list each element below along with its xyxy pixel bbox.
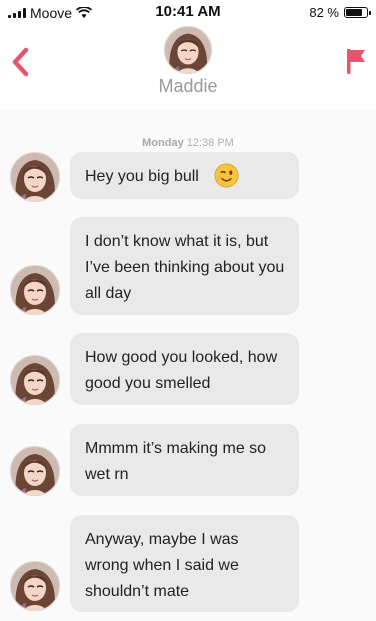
timestamp-day: Monday xyxy=(142,137,184,149)
message-timestamp: Monday 12:38 PM xyxy=(0,137,376,149)
message-text: Mmmm it’s making me so wet rn xyxy=(85,440,267,483)
battery-percentage: 82 % xyxy=(309,5,339,20)
message-bubble[interactable]: Hey you big bull xyxy=(70,152,299,199)
contact-name[interactable]: Maddie xyxy=(0,76,376,97)
message-feed[interactable]: Monday 12:38 PM Hey you big bull I don’t… xyxy=(0,110,376,621)
message-text: Anyway, maybe I was wrong when I said we… xyxy=(85,531,239,600)
sender-avatar[interactable] xyxy=(10,446,60,496)
message-bubble[interactable]: I don’t know what it is, but I’ve been t… xyxy=(70,217,299,315)
winking-face-icon xyxy=(214,163,239,188)
message-text: I don’t know what it is, but I’ve been t… xyxy=(85,233,285,302)
message-bubble[interactable]: How good you looked, how good you smelle… xyxy=(70,333,299,405)
sender-avatar[interactable] xyxy=(10,265,60,315)
battery-icon xyxy=(344,7,371,18)
flag-icon[interactable] xyxy=(344,46,368,76)
sender-avatar[interactable] xyxy=(10,152,60,202)
chat-header: Maddie xyxy=(0,26,376,111)
status-right: 82 % xyxy=(309,5,371,20)
sender-avatar[interactable] xyxy=(10,561,60,611)
timestamp-time: 12:38 PM xyxy=(186,137,234,149)
contact-avatar[interactable] xyxy=(164,26,212,74)
message-text: Hey you big bull xyxy=(85,168,199,185)
message-bubble[interactable]: Anyway, maybe I was wrong when I said we… xyxy=(70,515,299,612)
message-text: How good you looked, how good you smelle… xyxy=(85,349,278,392)
chevron-left-icon[interactable] xyxy=(10,44,32,80)
status-bar: Moove 10:41 AM 82 % xyxy=(0,0,376,26)
sender-avatar[interactable] xyxy=(10,355,60,405)
message-bubble[interactable]: Mmmm it’s making me so wet rn xyxy=(70,424,299,496)
